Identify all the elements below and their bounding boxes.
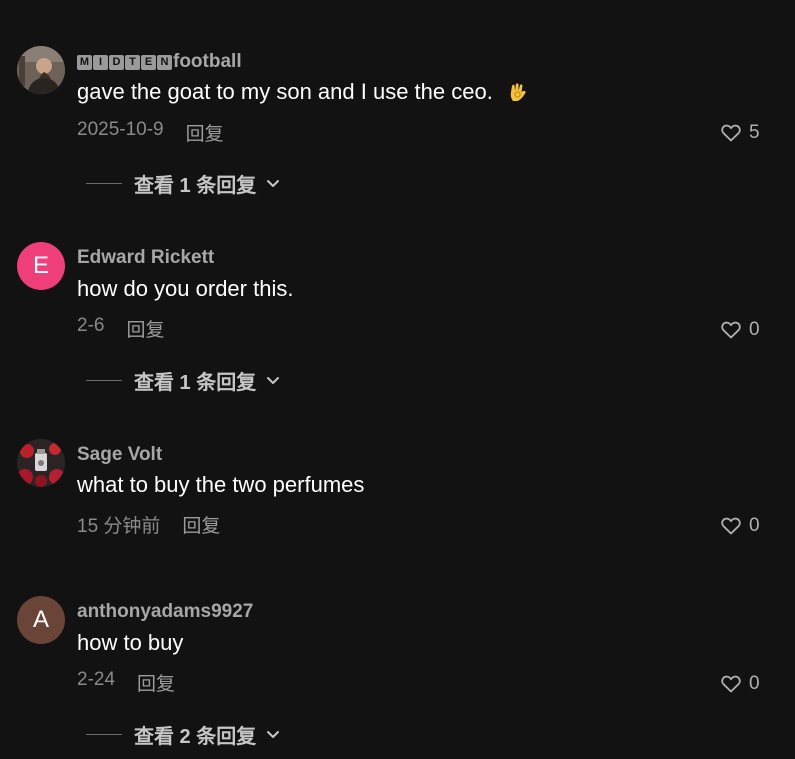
- username-letter: I: [93, 54, 108, 70]
- user-photo-icon: [17, 46, 65, 94]
- chevron-down-icon: [266, 179, 280, 189]
- avatar[interactable]: E: [17, 242, 65, 290]
- avatar[interactable]: [17, 46, 65, 94]
- heart-outline-icon: [721, 124, 741, 142]
- chevron-down-icon: [266, 730, 280, 740]
- view-replies-label: 查看 1 条回复: [134, 175, 257, 197]
- like-button[interactable]: 5: [721, 122, 760, 144]
- like-count: 0: [749, 673, 760, 694]
- heart-outline-icon: [721, 675, 741, 693]
- comment-text: what to buy the two perfumes: [77, 472, 365, 497]
- like-count: 0: [749, 515, 760, 536]
- avatar-letter: E: [32, 252, 49, 279]
- username-letter: N: [157, 54, 172, 70]
- comment-meta: 2-6 回复: [77, 315, 164, 342]
- user-photo-icon: [17, 439, 65, 487]
- heart-outline-icon: [721, 517, 741, 535]
- comment-date: 15 分钟前: [77, 516, 161, 537]
- view-replies-button[interactable]: 查看 1 条回复: [86, 366, 280, 395]
- like-button[interactable]: 0: [721, 673, 760, 695]
- comment-text: gave the goat to my son and I use the ce…: [77, 79, 529, 105]
- comment-text-body: gave the goat to my son and I use the ce…: [77, 79, 493, 104]
- reply-button[interactable]: 回复: [126, 315, 164, 342]
- comment-username[interactable]: Sage Volt: [77, 444, 162, 466]
- avatar[interactable]: A: [17, 596, 65, 644]
- comment-date: 2-24: [77, 669, 116, 690]
- reply-button[interactable]: 回复: [186, 119, 224, 146]
- view-replies-label: 查看 1 条回复: [134, 372, 257, 394]
- view-replies-button[interactable]: 查看 2 条回复: [86, 720, 280, 749]
- divider-dash: [86, 734, 122, 735]
- comment-text: how do you order this.: [77, 276, 294, 301]
- like-count: 5: [749, 122, 760, 143]
- comment-meta: 2025-10-9 回复: [77, 119, 224, 146]
- reply-button[interactable]: 回复: [137, 669, 175, 696]
- username-letter: T: [125, 54, 140, 70]
- comment-date: 2025-10-9: [77, 119, 164, 140]
- divider-dash: [86, 380, 122, 381]
- username-letter: D: [109, 54, 124, 70]
- chevron-down-icon: [266, 376, 280, 386]
- username-stylized-letters: M I D T E N: [77, 54, 172, 70]
- comment-username[interactable]: Edward Rickett: [77, 247, 214, 269]
- view-replies-button[interactable]: 查看 1 条回复: [86, 169, 280, 198]
- heart-outline-icon: [721, 321, 741, 339]
- divider-dash: [86, 183, 122, 184]
- comment-meta: 2-24 回复: [77, 669, 175, 696]
- comment-meta: 15 分钟前 回复: [77, 511, 220, 538]
- username-letter: E: [141, 54, 156, 70]
- like-button[interactable]: 0: [721, 515, 760, 537]
- username-suffix: football: [173, 51, 242, 72]
- comment-text: how to buy: [77, 630, 184, 655]
- comment-username[interactable]: anthonyadams9927: [77, 601, 253, 623]
- comment-date: 2-6: [77, 315, 105, 336]
- like-button[interactable]: 0: [721, 319, 760, 341]
- username-letter: M: [77, 54, 92, 70]
- ok-hand-emoji-icon: [510, 83, 526, 101]
- view-replies-label: 查看 2 条回复: [134, 726, 257, 748]
- reply-button[interactable]: 回复: [182, 511, 220, 538]
- avatar[interactable]: [17, 439, 65, 487]
- like-count: 0: [749, 319, 760, 340]
- avatar-letter: A: [32, 606, 49, 633]
- comment-username[interactable]: M I D T E N football: [77, 51, 242, 73]
